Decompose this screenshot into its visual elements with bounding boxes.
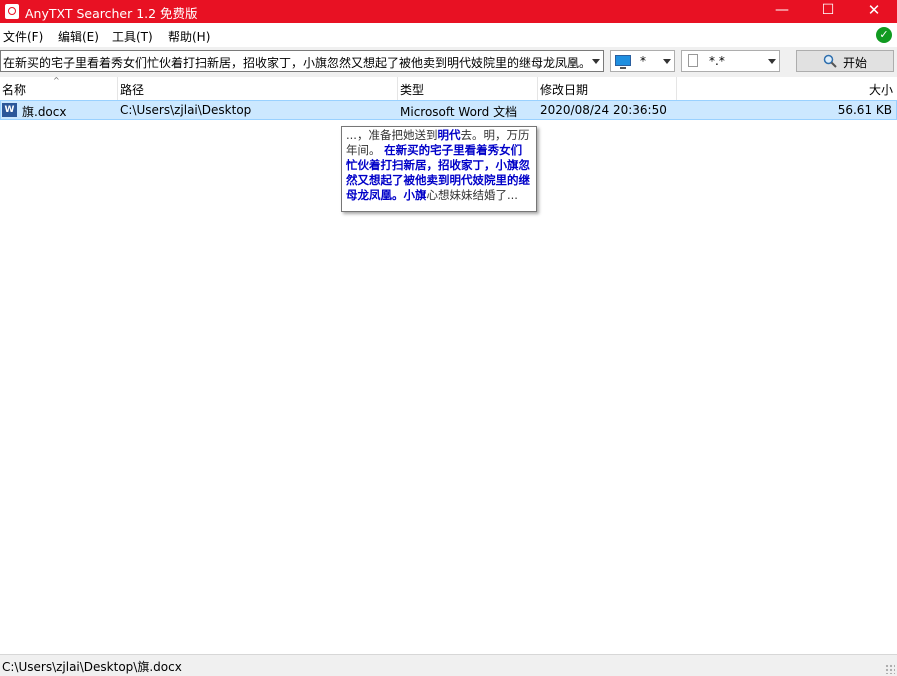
toolbar: 在新买的宅子里看着秀女们忙伙着打扫新居，招收家丁，小旗忽然又想起了被他卖到明代妓… xyxy=(0,47,897,77)
start-label: 开始 xyxy=(843,56,868,70)
check-circle-icon: ✓ xyxy=(876,27,892,43)
column-name-label: 名称 xyxy=(2,83,27,97)
menu-file[interactable]: 文件(F) xyxy=(3,28,43,45)
filetype-selector[interactable]: *.* xyxy=(681,50,780,72)
column-header-modified[interactable]: 修改日期 xyxy=(538,77,677,100)
column-header-path[interactable]: 路径 xyxy=(118,77,398,100)
column-path-label: 路径 xyxy=(120,83,145,97)
chevron-down-icon[interactable] xyxy=(592,59,600,64)
status-bar: C:\Users\zjlai\Desktop\旗.docx xyxy=(0,654,897,676)
file-type-cell: Microsoft Word 文档 xyxy=(400,105,518,119)
results-header: 名称 ^ 路径 类型 修改日期 大小 xyxy=(0,76,897,101)
start-search-button[interactable]: 开始 xyxy=(796,50,894,72)
table-row[interactable]: W 旗.docx C:\Users\zjlai\Desktop Microsof… xyxy=(0,100,897,120)
drive-selector[interactable]: * xyxy=(610,50,675,72)
window-title: AnyTXT Searcher 1.2 免费版 xyxy=(25,6,198,21)
chevron-down-icon[interactable] xyxy=(768,59,776,64)
app-logo-icon xyxy=(5,4,19,19)
title-bar: AnyTXT Searcher 1.2 免费版 — ☐ ✕ xyxy=(0,0,897,23)
column-size-label: 大小 xyxy=(868,83,893,97)
search-query-text[interactable]: 在新买的宅子里看着秀女们忙伙着打扫新居，招收家丁，小旗忽然又想起了被他卖到明代妓… xyxy=(3,54,583,71)
search-query-combobox[interactable]: 在新买的宅子里看着秀女们忙伙着打扫新居，招收家丁，小旗忽然又想起了被他卖到明代妓… xyxy=(0,50,604,72)
status-path: C:\Users\zjlai\Desktop\旗.docx xyxy=(2,660,182,674)
file-size-cell: 56.61 KB xyxy=(837,103,892,117)
drive-value: * xyxy=(640,54,646,68)
column-modified-label: 修改日期 xyxy=(540,83,589,97)
word-doc-icon: W xyxy=(2,103,17,117)
column-header-size[interactable]: 大小 xyxy=(677,77,897,100)
tooltip-highlight: 小旗 xyxy=(403,188,427,202)
menu-help[interactable]: 帮助(H) xyxy=(168,28,210,45)
tooltip-text: ...，准备把她送到 xyxy=(346,128,438,142)
chevron-down-icon[interactable] xyxy=(663,59,671,64)
menu-bar: 文件(F) 编辑(E) 工具(T) 帮助(H) xyxy=(0,23,897,47)
filetype-value: *.* xyxy=(709,54,725,68)
close-button[interactable]: ✕ xyxy=(851,0,897,23)
file-name-cell: 旗.docx xyxy=(22,105,67,119)
tooltip-highlight: 明代 xyxy=(437,128,461,142)
resize-grip-icon[interactable] xyxy=(885,664,895,674)
maximize-button[interactable]: ☐ xyxy=(805,0,851,23)
preview-tooltip: ...，准备把她送到明代去。明，万历年间。 在新买的宅子里看着秀女们忙伙着打扫新… xyxy=(341,126,537,212)
file-icon xyxy=(688,54,698,67)
search-icon xyxy=(823,54,837,68)
sort-up-icon: ^ xyxy=(53,76,60,85)
column-header-type[interactable]: 类型 xyxy=(398,77,538,100)
file-modified-cell: 2020/08/24 20:36:50 xyxy=(540,103,667,117)
computer-icon xyxy=(615,55,631,69)
minimize-button[interactable]: — xyxy=(759,0,805,23)
menu-edit[interactable]: 编辑(E) xyxy=(58,28,99,45)
column-header-name[interactable]: 名称 ^ xyxy=(0,76,118,100)
column-type-label: 类型 xyxy=(400,83,425,97)
tooltip-text: 心想妹妹结婚了... xyxy=(426,188,518,202)
menu-tools[interactable]: 工具(T) xyxy=(112,28,153,45)
file-path-cell: C:\Users\zjlai\Desktop xyxy=(120,103,252,117)
